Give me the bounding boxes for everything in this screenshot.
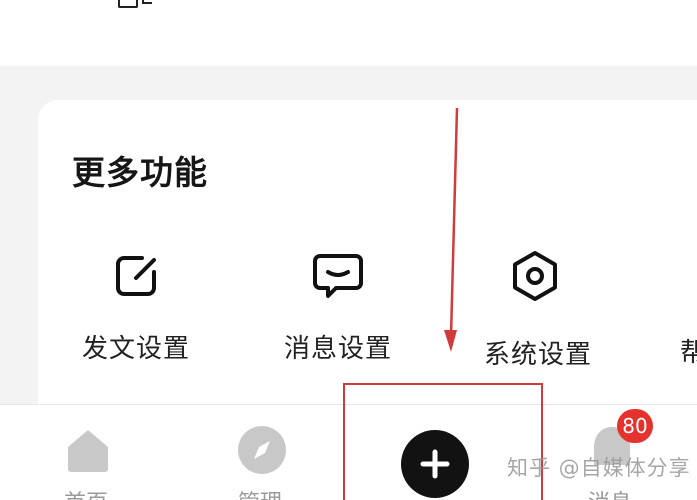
nav-label: 首页 <box>64 485 108 500</box>
watermark: 知乎 @自媒体分享 <box>507 456 691 480</box>
home-icon <box>68 430 108 472</box>
annotation-highlight-box <box>343 383 543 500</box>
nav-label: 消息 <box>588 485 632 500</box>
nav-label: 管理 <box>238 485 282 500</box>
message-badge: 80 <box>617 409 653 443</box>
nav-item-manage[interactable]: 管理 <box>222 405 302 500</box>
app-screen: 更多功能 发文设置 消息设置 系统设置 帮 80 知乎 @自媒体分享 <box>0 0 697 500</box>
nav-item-home[interactable]: 首页 <box>50 405 130 500</box>
compass-icon <box>238 426 286 474</box>
